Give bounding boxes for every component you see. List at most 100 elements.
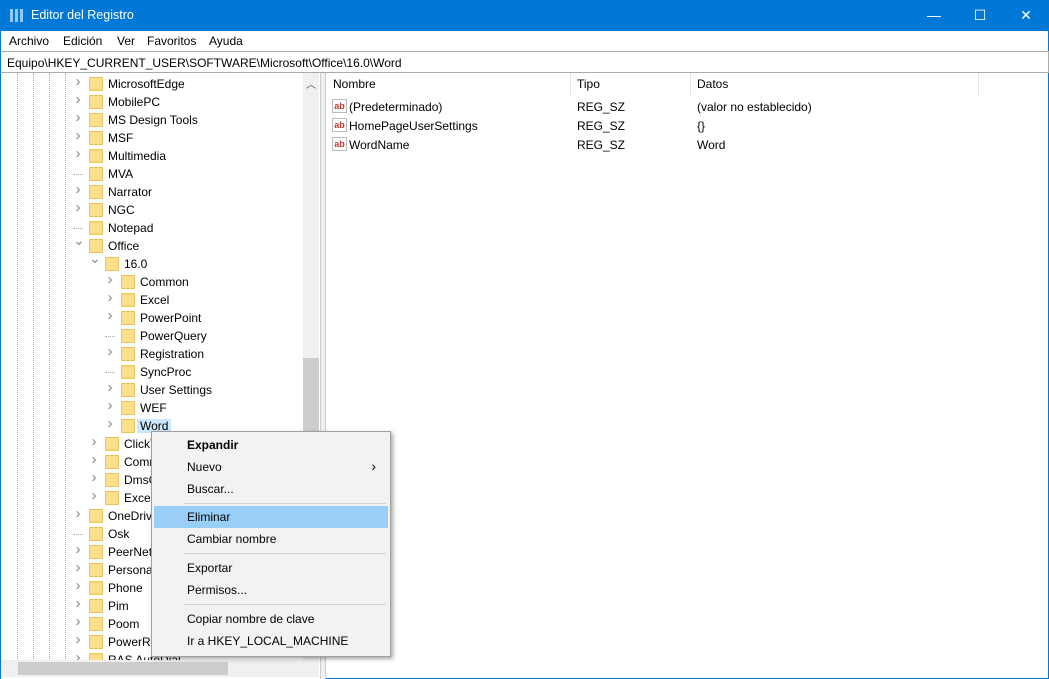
- chevron-right-icon[interactable]: ›: [73, 577, 83, 594]
- tree-item[interactable]: › User Settings: [1, 379, 301, 399]
- folder-icon: [89, 131, 103, 145]
- chevron-right-icon[interactable]: ›: [73, 631, 83, 648]
- folder-icon: [89, 599, 103, 613]
- value-data: Word: [697, 138, 726, 152]
- chevron-right-icon[interactable]: ›: [73, 595, 83, 612]
- chevron-right-icon[interactable]: ›: [105, 415, 115, 432]
- menu-item-exportar[interactable]: Exportar: [154, 557, 388, 579]
- chevron-right-icon[interactable]: ›: [73, 127, 83, 144]
- tree-item-label: MobilePC: [108, 95, 161, 109]
- menu-ayuda[interactable]: Ayuda: [209, 34, 243, 48]
- folder-icon: [121, 419, 135, 433]
- folder-icon: [105, 473, 119, 487]
- tree-item[interactable]: › MS Design Tools: [1, 109, 301, 129]
- tree-item-label: Excel: [140, 293, 170, 307]
- tree-item-label: PowerRe: [108, 635, 158, 649]
- value-row[interactable]: ab HomePageUserSettings REG_SZ {}: [332, 117, 1032, 136]
- tree-item[interactable]: › Multimedia: [1, 145, 301, 165]
- menu-item-expandir[interactable]: Expandir: [154, 434, 388, 456]
- chevron-right-icon[interactable]: ›: [105, 397, 115, 414]
- tree-item[interactable]: › PowerPoint: [1, 307, 301, 327]
- tree-item-label: Multimedia: [108, 149, 167, 163]
- folder-icon: [121, 401, 135, 415]
- maximize-button[interactable]: ☐: [957, 0, 1003, 31]
- tree-item[interactable]: › Narrator: [1, 181, 301, 201]
- tree-item[interactable]: › MobilePC: [1, 91, 301, 111]
- scroll-up-icon[interactable]: ︿: [303, 76, 319, 91]
- menu-item-nuevo[interactable]: Nuevo ›: [154, 456, 388, 478]
- chevron-right-icon[interactable]: ›: [105, 289, 115, 306]
- tree-item-label: PeerNet: [108, 545, 153, 559]
- tree-connector: [105, 328, 115, 337]
- chevron-right-icon[interactable]: ›: [89, 469, 99, 486]
- chevron-down-icon[interactable]: ⌄: [89, 250, 101, 267]
- string-value-icon: ab: [332, 99, 347, 113]
- folder-icon: [121, 347, 135, 361]
- value-row[interactable]: ab WordName REG_SZ Word: [332, 136, 1032, 155]
- menu-item-cambiar-nombre[interactable]: Cambiar nombre: [154, 528, 388, 550]
- chevron-right-icon[interactable]: ›: [73, 541, 83, 558]
- folder-icon: [121, 383, 135, 397]
- folder-icon: [121, 329, 135, 343]
- chevron-right-icon[interactable]: ›: [73, 505, 83, 522]
- value-row[interactable]: ab (Predeterminado) REG_SZ (valor no est…: [332, 98, 1032, 117]
- chevron-right-icon[interactable]: ›: [73, 73, 83, 90]
- menu-archivo[interactable]: Archivo: [9, 34, 49, 48]
- column-header-data[interactable]: Datos: [697, 77, 728, 95]
- tree-item[interactable]: › MicrosoftEdge: [1, 73, 301, 93]
- menu-item-ir-hklm[interactable]: Ir a HKEY_LOCAL_MACHINE: [154, 630, 388, 652]
- menu-item-eliminar[interactable]: Eliminar: [154, 506, 388, 528]
- chevron-right-icon[interactable]: ›: [73, 91, 83, 108]
- chevron-right-icon[interactable]: ›: [105, 379, 115, 396]
- tree-item[interactable]: PowerQuery: [1, 327, 301, 345]
- menu-edicion[interactable]: Edición: [63, 34, 102, 48]
- tree-item-label: User Settings: [140, 383, 213, 397]
- folder-icon: [121, 365, 135, 379]
- chevron-right-icon[interactable]: ›: [105, 343, 115, 360]
- chevron-right-icon[interactable]: ›: [73, 199, 83, 216]
- tree-item[interactable]: › Registration: [1, 343, 301, 363]
- chevron-right-icon[interactable]: ›: [89, 433, 99, 450]
- tree-item[interactable]: Notepad: [1, 219, 301, 237]
- column-header-type[interactable]: Tipo: [577, 77, 600, 95]
- tree-item[interactable]: › Common: [1, 271, 301, 291]
- tree-item[interactable]: ⌄ 16.0: [1, 250, 301, 273]
- tree-item[interactable]: › MSF: [1, 127, 301, 147]
- value-data: {}: [697, 119, 706, 133]
- chevron-right-icon[interactable]: ›: [89, 487, 99, 504]
- menu-item-copiar-nombre[interactable]: Copiar nombre de clave: [154, 608, 388, 630]
- menu-favoritos[interactable]: Favoritos: [147, 34, 196, 48]
- address-bar[interactable]: Equipo\HKEY_CURRENT_USER\SOFTWARE\Micros…: [0, 51, 1049, 73]
- chevron-right-icon[interactable]: ›: [73, 559, 83, 576]
- minimize-button[interactable]: —: [911, 0, 957, 31]
- chevron-down-icon[interactable]: ⌄: [73, 232, 85, 249]
- chevron-right-icon[interactable]: ›: [73, 181, 83, 198]
- menu-item-permisos[interactable]: Permisos...: [154, 579, 388, 601]
- menu-item-label: Nuevo: [187, 460, 222, 474]
- tree-item[interactable]: MVA: [1, 165, 301, 183]
- chevron-right-icon[interactable]: ›: [105, 307, 115, 324]
- menu-item-buscar[interactable]: Buscar...: [154, 478, 388, 500]
- tree-item[interactable]: ⌄ Office: [1, 232, 301, 255]
- chevron-right-icon[interactable]: ›: [73, 109, 83, 126]
- tree-vertical-scroll-thumb[interactable]: [303, 358, 319, 438]
- folder-icon: [89, 77, 103, 91]
- chevron-right-icon[interactable]: ›: [73, 613, 83, 630]
- tree-item[interactable]: SyncProc: [1, 363, 301, 381]
- folder-icon: [89, 581, 103, 595]
- value-type: REG_SZ: [577, 138, 626, 152]
- chevron-right-icon[interactable]: ›: [73, 145, 83, 162]
- window-title: Editor del Registro: [31, 8, 134, 22]
- tree-connector: [105, 364, 115, 373]
- regedit-app-icon: [10, 9, 24, 22]
- menu-ver[interactable]: Ver: [117, 34, 135, 48]
- tree-item[interactable]: › Excel: [1, 289, 301, 309]
- chevron-right-icon[interactable]: ›: [89, 451, 99, 468]
- tree-item[interactable]: › NGC: [1, 199, 301, 219]
- tree-item[interactable]: › WEF: [1, 397, 301, 417]
- tree-horizontal-scroll-thumb[interactable]: [18, 662, 228, 675]
- chevron-right-icon[interactable]: ›: [105, 271, 115, 288]
- column-header-name[interactable]: Nombre: [333, 77, 376, 95]
- close-button[interactable]: ✕: [1003, 0, 1049, 31]
- tree-item-label: MS Design Tools: [108, 113, 198, 127]
